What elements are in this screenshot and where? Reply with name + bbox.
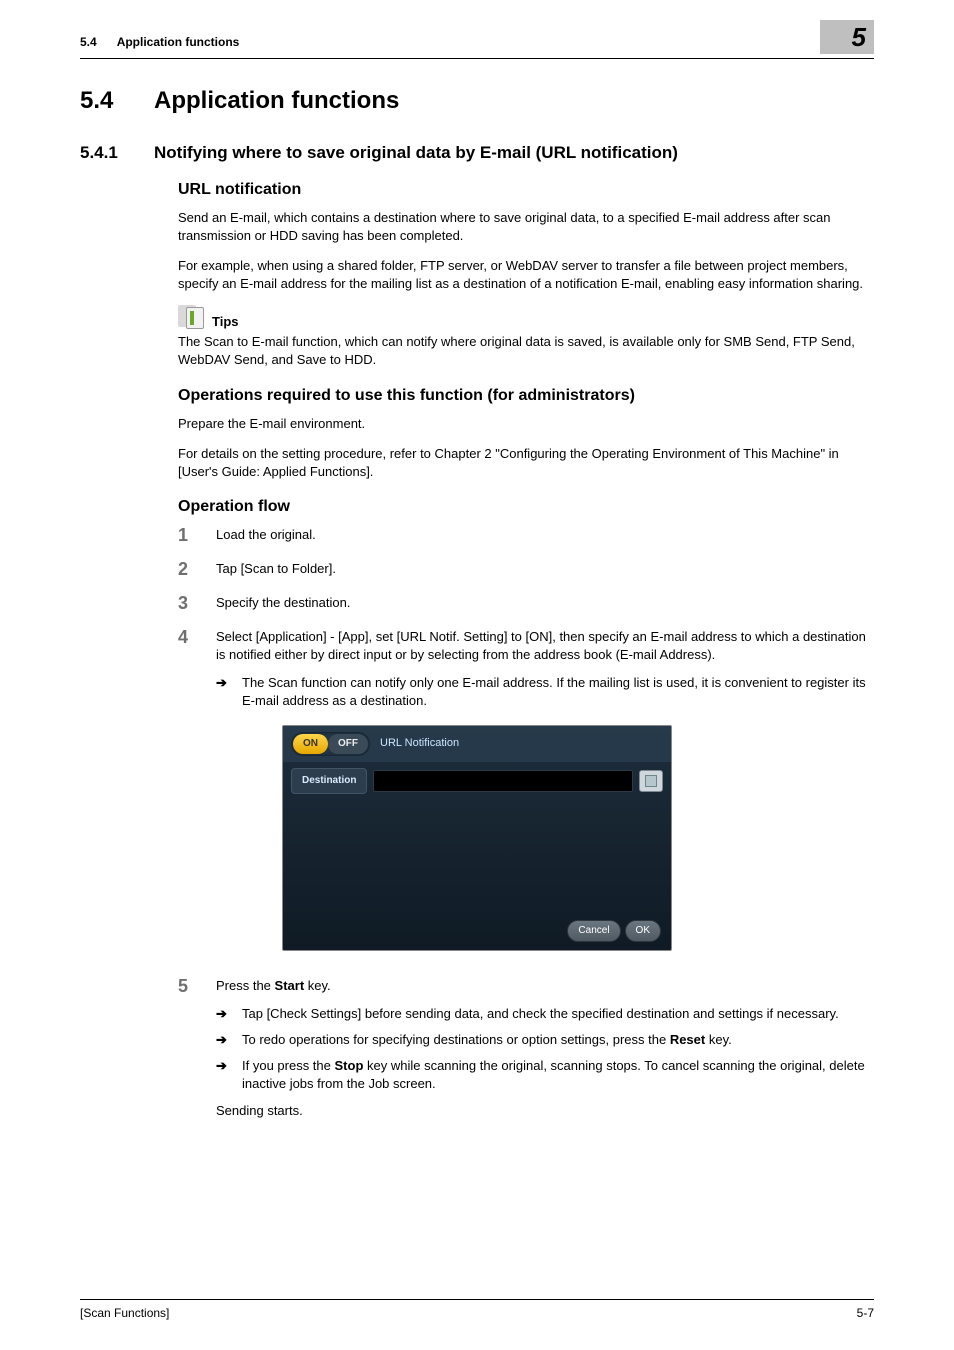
step-number: 3 — [178, 594, 196, 614]
heading-operations-required: Operations required to use this function… — [178, 387, 874, 405]
toggle-off[interactable]: OFF — [328, 734, 368, 754]
destination-label: Destination — [291, 768, 367, 794]
sub-item: ➔ If you press the Stop key while scanni… — [216, 1057, 874, 1093]
heading-url-notification: URL notification — [178, 181, 874, 199]
dialog-titlebar: ON OFF URL Notification — [283, 726, 671, 762]
step-4-sublist: ➔ The Scan function can notify only one … — [216, 674, 874, 710]
footer-page-number: 5-7 — [857, 1306, 874, 1320]
subsection-title: 5.4.1Notifying where to save original da… — [80, 143, 874, 163]
header-rule — [80, 58, 874, 59]
dialog-footer: Cancel OK — [567, 920, 661, 942]
section-number: 5.4 — [80, 87, 154, 115]
sub-text: If you press the Stop key while scanning… — [242, 1057, 874, 1093]
arrow-icon: ➔ — [216, 1005, 232, 1023]
ok-button[interactable]: OK — [625, 920, 661, 942]
url-notification-p2: For example, when using a shared folder,… — [178, 257, 874, 293]
ops-required-p2: For details on the setting procedure, re… — [178, 445, 874, 481]
cancel-button[interactable]: Cancel — [567, 920, 620, 942]
section-title: 5.4Application functions — [80, 87, 874, 115]
step-text: Press the Start key. — [216, 978, 331, 993]
dialog-title: URL Notification — [380, 736, 459, 751]
tips-icon — [178, 305, 206, 329]
step-3: 3 Specify the destination. — [178, 594, 874, 614]
operation-flow-list: 1 Load the original. 2 Tap [Scan to Fold… — [178, 526, 874, 1119]
step-5: 5 Press the Start key. ➔ Tap [Check Sett… — [178, 977, 874, 1120]
subsection-number: 5.4.1 — [80, 143, 154, 163]
page-footer: [Scan Functions] 5-7 — [80, 1299, 874, 1320]
address-book-button[interactable] — [639, 770, 663, 792]
footer-left: [Scan Functions] — [80, 1306, 169, 1320]
step-number: 2 — [178, 560, 196, 580]
section-title-text: Application functions — [154, 87, 399, 114]
ops-required-p1: Prepare the E-mail environment. — [178, 415, 874, 433]
arrow-icon: ➔ — [216, 1031, 232, 1049]
step-number: 4 — [178, 628, 196, 963]
tips-text: The Scan to E-mail function, which can n… — [178, 333, 874, 369]
step-4: 4 Select [Application] - [App], set [URL… — [178, 628, 874, 963]
sub-text: The Scan function can notify only one E-… — [242, 674, 874, 710]
toggle-on[interactable]: ON — [293, 734, 328, 754]
destination-input[interactable] — [373, 770, 633, 792]
sub-text: To redo operations for specifying destin… — [242, 1031, 732, 1049]
step-2: 2 Tap [Scan to Folder]. — [178, 560, 874, 580]
step-5-sublist: ➔ Tap [Check Settings] before sending da… — [216, 1005, 874, 1094]
step-number: 5 — [178, 977, 196, 1120]
heading-operation-flow: Operation flow — [178, 498, 874, 516]
chapter-badge: 5 — [820, 20, 874, 54]
address-book-icon — [645, 775, 657, 787]
step-number: 1 — [178, 526, 196, 546]
sub-item: ➔ The Scan function can notify only one … — [216, 674, 874, 710]
tips-block: Tips — [178, 305, 874, 329]
step-text: Tap [Scan to Folder]. — [216, 560, 874, 580]
url-notification-p1: Send an E-mail, which contains a destina… — [178, 209, 874, 245]
subsection-title-text: Notifying where to save original data by… — [154, 143, 678, 162]
page-running-header: 5.4 Application functions 5 — [80, 30, 874, 54]
header-section-number: 5.4 — [80, 35, 97, 49]
arrow-icon: ➔ — [216, 674, 232, 710]
on-off-toggle[interactable]: ON OFF — [291, 732, 370, 756]
sub-item: ➔ Tap [Check Settings] before sending da… — [216, 1005, 874, 1023]
chapter-number: 5 — [852, 22, 866, 53]
arrow-icon: ➔ — [216, 1057, 232, 1093]
sub-text: Tap [Check Settings] before sending data… — [242, 1005, 839, 1023]
step-text: Select [Application] - [App], set [URL N… — [216, 629, 866, 662]
url-notification-dialog: ON OFF URL Notification Destination Canc… — [282, 725, 672, 951]
sub-item: ➔ To redo operations for specifying dest… — [216, 1031, 874, 1049]
header-section-name: Application functions — [117, 35, 240, 49]
destination-row: Destination — [291, 768, 663, 794]
tips-label: Tips — [212, 314, 239, 329]
step-5-after: Sending starts. — [216, 1102, 874, 1120]
step-text: Specify the destination. — [216, 594, 874, 614]
step-text: Load the original. — [216, 526, 874, 546]
step-1: 1 Load the original. — [178, 526, 874, 546]
